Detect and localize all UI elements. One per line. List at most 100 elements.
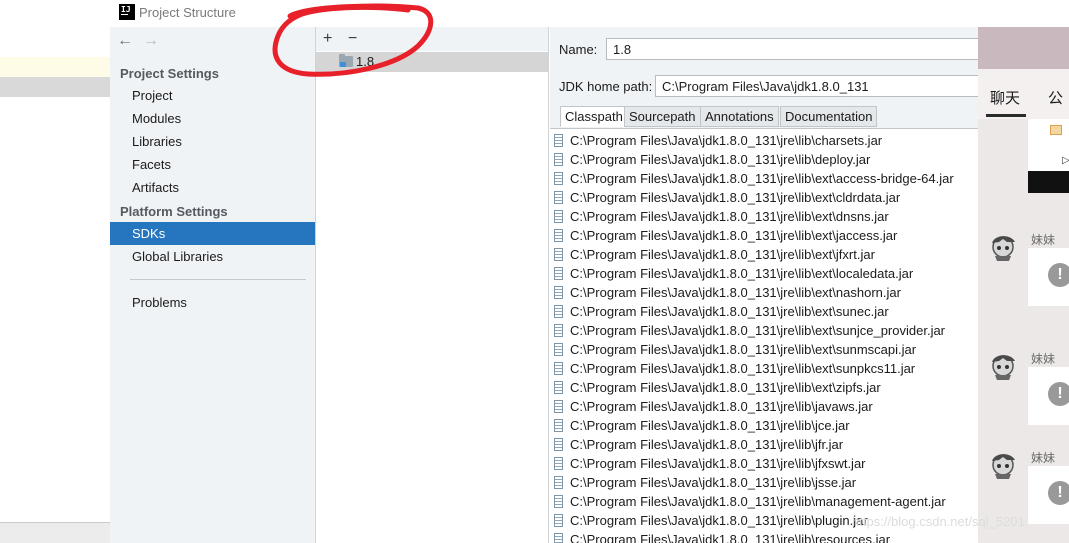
forward-arrow-icon[interactable]: → [143,33,159,49]
message-bubble[interactable]: ! [1028,466,1069,524]
nav-item-modules[interactable]: Modules [110,107,315,130]
classpath-entry-path: C:\Program Files\Java\jdk1.8.0_131\jre\l… [570,266,914,281]
nav-item-project[interactable]: Project [110,84,315,107]
watermark: https://blog.csdn.net/sql_5201 [852,514,1025,529]
classpath-entry[interactable]: C:\Program Files\Java\jdk1.8.0_131\jre\l… [550,245,980,264]
sender-name: 妹妹 [1031,233,1056,247]
sdk-folder-icon [339,54,353,67]
classpath-entry[interactable]: C:\Program Files\Java\jdk1.8.0_131\jre\l… [550,359,980,378]
jar-file-icon [554,495,563,508]
window-title: Project Structure [139,5,236,20]
nav-item-sdks[interactable]: SDKs [110,222,315,245]
classpath-entry[interactable]: C:\Program Files\Java\jdk1.8.0_131\jre\l… [550,492,980,511]
intellij-app-icon: IJ [119,4,135,20]
sdk-detail-pane: Name: JDK home path: Classpath Sourcepat… [550,27,986,543]
classpath-entry-path: C:\Program Files\Java\jdk1.8.0_131\jre\l… [570,380,881,395]
classpath-entry[interactable]: C:\Program Files\Java\jdk1.8.0_131\jre\l… [550,302,980,321]
classpath-entry[interactable]: C:\Program Files\Java\jdk1.8.0_131\jre\l… [550,435,980,454]
classpath-entry[interactable]: C:\Program Files\Java\jdk1.8.0_131\jre\l… [550,226,980,245]
classpath-entry[interactable]: C:\Program Files\Java\jdk1.8.0_131\jre\l… [550,397,980,416]
add-sdk-button[interactable]: + [323,29,332,49]
classpath-entry[interactable]: C:\Program Files\Java\jdk1.8.0_131\jre\l… [550,150,980,169]
jar-file-icon [554,381,563,394]
nav-item-libraries[interactable]: Libraries [110,130,315,153]
sdk-list-item[interactable]: 1.8 [316,52,548,72]
classpath-entry-path: C:\Program Files\Java\jdk1.8.0_131\jre\l… [570,513,868,528]
jar-file-icon [554,514,563,527]
jar-file-icon [554,476,563,489]
section-project-settings: Project Settings [120,66,219,81]
tab-chat[interactable]: 聊天 [990,87,1020,108]
sender-name: 妹妹 [1031,352,1056,366]
back-arrow-icon[interactable]: ← [117,33,133,49]
sdk-list-item-label: 1.8 [356,54,375,69]
tab-chat-underline [986,114,1026,117]
jar-file-icon [554,210,563,223]
alert-icon: ! [1048,481,1069,505]
remove-sdk-button[interactable]: − [348,29,357,49]
classpath-entry[interactable]: C:\Program Files\Java\jdk1.8.0_131\jre\l… [550,264,980,283]
tab-annotations[interactable]: Annotations [700,106,779,127]
jar-file-icon [554,153,563,166]
jar-file-icon [554,324,563,337]
avatar-icon [992,355,1015,380]
chat-header [978,27,1069,69]
classpath-entry-path: C:\Program Files\Java\jdk1.8.0_131\jre\l… [570,418,850,433]
editor-status-bar [0,522,110,543]
classpath-entry[interactable]: C:\Program Files\Java\jdk1.8.0_131\jre\l… [550,340,980,359]
nav-item-global-libraries[interactable]: Global Libraries [110,245,315,268]
classpath-entry[interactable]: C:\Program Files\Java\jdk1.8.0_131\jre\l… [550,207,980,226]
jdk-home-path-field[interactable] [655,75,985,97]
preview-band [1028,171,1069,193]
sender-name: 妹妹 [1031,451,1056,465]
classpath-entry-path: C:\Program Files\Java\jdk1.8.0_131\jre\l… [570,304,889,319]
sdk-list-pane: + − 1.8 [316,27,549,543]
classpath-entry[interactable]: C:\Program Files\Java\jdk1.8.0_131\jre\l… [550,321,980,340]
settings-navigation: ← → Project Settings Project Modules Lib… [110,27,316,543]
message-bubble[interactable]: ! [1028,367,1069,425]
classpath-entry[interactable]: C:\Program Files\Java\jdk1.8.0_131\jre\l… [550,188,980,207]
classpath-list: C:\Program Files\Java\jdk1.8.0_131\jre\l… [550,128,980,543]
classpath-entry[interactable]: C:\Program Files\Java\jdk1.8.0_131\jre\l… [550,530,980,543]
file-thumbnail-icon [1050,125,1062,135]
classpath-entry[interactable]: C:\Program Files\Java\jdk1.8.0_131\jre\l… [550,473,980,492]
jar-file-icon [554,343,563,356]
classpath-entry[interactable]: C:\Program Files\Java\jdk1.8.0_131\jre\l… [550,378,980,397]
tab-classpath[interactable]: Classpath [560,106,628,127]
section-platform-settings: Platform Settings [120,204,228,219]
classpath-entry-path: C:\Program Files\Java\jdk1.8.0_131\jre\l… [570,152,871,167]
classpath-entry-path: C:\Program Files\Java\jdk1.8.0_131\jre\l… [570,247,875,262]
jar-file-icon [554,191,563,204]
classpath-entry-path: C:\Program Files\Java\jdk1.8.0_131\jre\l… [570,285,901,300]
classpath-entry[interactable]: C:\Program Files\Java\jdk1.8.0_131\jre\l… [550,454,980,473]
chat-tabs: 聊天 公 [978,69,1069,119]
tab-documentation-paths[interactable]: Documentation Paths [780,106,878,143]
message-bubble[interactable]: ! [1028,248,1069,306]
classpath-entry[interactable]: C:\Program Files\Java\jdk1.8.0_131\jre\l… [550,283,980,302]
classpath-entry[interactable]: C:\Program Files\Java\jdk1.8.0_131\jre\l… [550,416,980,435]
play-icon: ▷ [1062,155,1069,166]
sdk-name-field[interactable] [606,38,986,60]
classpath-entry-path: C:\Program Files\Java\jdk1.8.0_131\jre\l… [570,190,901,205]
classpath-entry-path: C:\Program Files\Java\jdk1.8.0_131\jre\l… [570,342,917,357]
chat-preview-card[interactable]: ▷ [1028,119,1069,193]
nav-item-artifacts[interactable]: Artifacts [110,176,315,199]
jar-file-icon [554,533,563,543]
classpath-entry[interactable]: C:\Program Files\Java\jdk1.8.0_131\jre\l… [550,131,980,150]
background-editor [0,0,110,543]
classpath-entry-path: C:\Program Files\Java\jdk1.8.0_131\jre\l… [570,361,916,376]
chat-panel: 聊天 公 ▷ 妹妹 ! 妹妹 ! 妹妹 ! [978,27,1069,543]
nav-divider [130,279,306,280]
classpath-entry-path: C:\Program Files\Java\jdk1.8.0_131\jre\l… [570,494,946,509]
jar-file-icon [554,286,563,299]
classpath-entry[interactable]: C:\Program Files\Java\jdk1.8.0_131\jre\l… [550,169,980,188]
tab-sourcepath[interactable]: Sourcepath [624,106,701,127]
avatar-icon [992,454,1015,479]
tab-public[interactable]: 公 [1048,87,1063,108]
dialog-title-bar: IJ Project Structure [110,0,980,27]
nav-item-facets[interactable]: Facets [110,153,315,176]
jar-file-icon [554,419,563,432]
jar-file-icon [554,172,563,185]
nav-item-problems[interactable]: Problems [110,291,315,314]
jar-file-icon [554,457,563,470]
